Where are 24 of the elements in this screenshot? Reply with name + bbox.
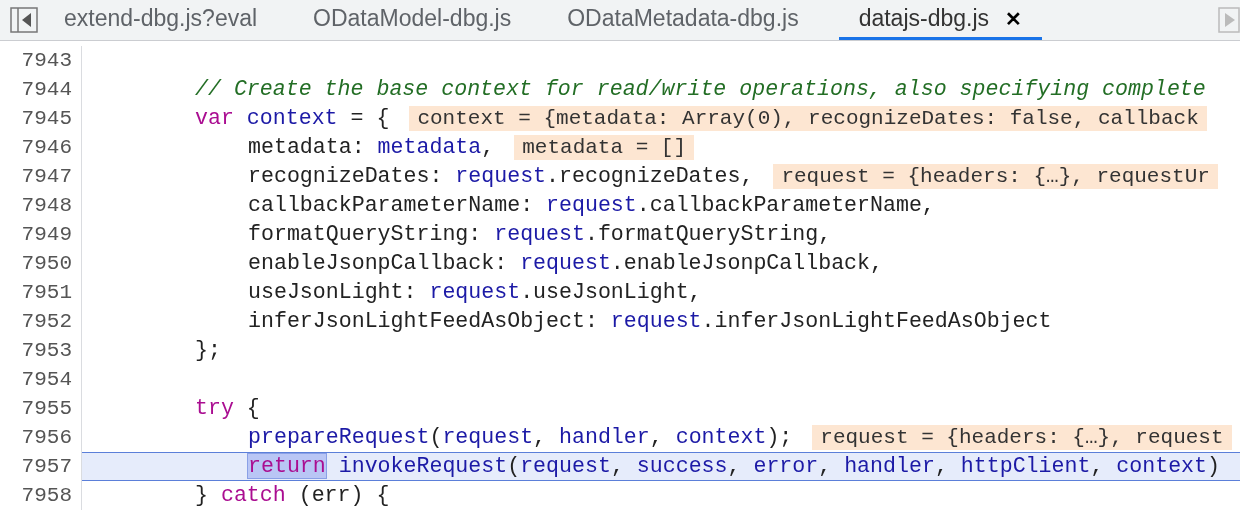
code-text: metadata: metadata, — [248, 134, 495, 162]
code-text: callbackParameterName: request.callbackParameterName, — [248, 192, 935, 220]
close-tab-button[interactable]: ✕ — [1005, 3, 1023, 34]
sidebar-toggle-icon[interactable] — [10, 7, 38, 33]
code-text: try { — [195, 395, 260, 423]
code-text: useJsonLight: request.useJsonLight, — [248, 279, 702, 307]
code-text: enableJsonpCallback: request.enableJsonpCallback, — [248, 250, 883, 278]
code-text: inferJsonLightFeedAsObject: request.inferJsonLightFeedAsObject — [248, 308, 1052, 336]
code-text: return invokeRequest(request, success, error, handler, httpClient, context) — [248, 453, 1220, 480]
code-text: var context = { — [195, 105, 390, 133]
code-text: prepareRequest(request, handler, context); — [248, 424, 793, 452]
inline-value-hint: metadata = [] — [514, 135, 695, 160]
file-tab[interactable]: ODataMetadata-dbg.js — [551, 0, 815, 40]
file-tab[interactable]: datajs-dbg.js ✕ — [838, 0, 1043, 40]
file-tab[interactable]: ODataModel-dbg.js — [297, 0, 528, 40]
file-tab[interactable]: extend-dbg.js?eval — [48, 0, 274, 40]
inline-value-hint: context = {metadata: Array(0), recognizeDates: false, callback — [409, 106, 1207, 131]
code-text: formatQueryString: request.formatQueryString, — [248, 221, 832, 249]
code-text: }; — [195, 337, 221, 365]
inline-value-hint: request = {headers: {…}, requestUr — [773, 164, 1218, 189]
code-text: } catch (err) { — [195, 482, 390, 510]
code-text: // Create the base context for read/write operations, also specifying complete — [195, 76, 1206, 104]
code-text: recognizeDates: request.recognizeDates, — [248, 163, 754, 191]
inline-value-hint: request = {headers: {…}, request — [812, 425, 1232, 450]
